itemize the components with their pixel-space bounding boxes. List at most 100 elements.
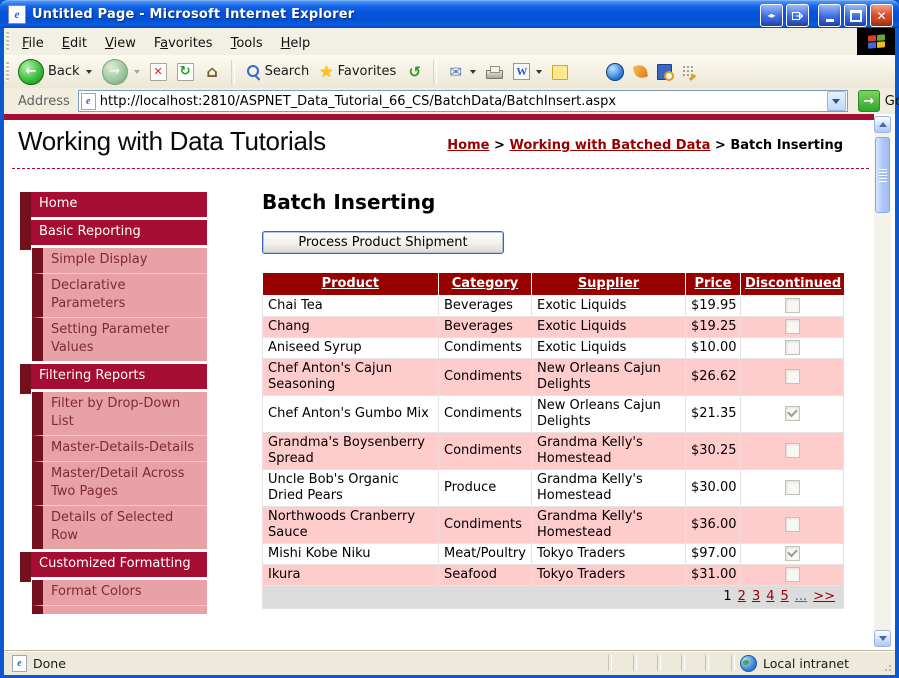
pager-page-link[interactable]: 3 (752, 589, 760, 604)
sidebar-section-label: Basic Reporting (31, 220, 207, 245)
addon-button[interactable] (677, 63, 700, 80)
sidebar-section-basic-reporting[interactable]: Basic Reporting (20, 220, 207, 245)
sidebar-item-partial[interactable] (32, 605, 207, 614)
go-button[interactable]: → (858, 90, 880, 112)
toolbar-grip[interactable] (6, 32, 9, 52)
sidebar-section-filtering-reports[interactable]: Filtering Reports (20, 364, 207, 389)
sidebar-item-declarative-parameters[interactable]: Declarative Parameters (32, 273, 207, 317)
edit-dropdown-icon[interactable] (536, 70, 542, 74)
popout-icon (791, 10, 804, 22)
mail-button[interactable]: ✉ (442, 62, 481, 82)
popout-button[interactable] (786, 4, 809, 27)
refresh-icon: ↻ (177, 63, 194, 81)
search-button[interactable]: Search (240, 62, 315, 82)
refresh-button[interactable]: ↻ (172, 61, 199, 83)
back-dropdown-icon[interactable] (86, 70, 92, 74)
resize-grip[interactable] (880, 660, 893, 673)
ie-page-icon: e (81, 93, 96, 110)
discontinued-cell (741, 296, 844, 317)
column-sort-link[interactable]: Supplier (578, 276, 639, 291)
menu-bar-items: FileEditViewFavoritesToolsHelp (13, 32, 319, 51)
sidebar-item-master-detail-across-two-pages[interactable]: Master/Detail Across Two Pages (32, 461, 207, 505)
product-cell: Ikura (263, 565, 439, 586)
home-icon: ⌂ (204, 64, 221, 80)
product-cell: Aniseed Syrup (263, 338, 439, 359)
column-sort-link[interactable]: Discontinued (745, 276, 841, 291)
title-bar: e Untitled Page - Microsoft Internet Exp… (0, 0, 899, 28)
sidebar-item-setting-parameter-values[interactable]: Setting Parameter Values (32, 317, 207, 361)
back-button[interactable]: ← Back (13, 57, 97, 87)
back-icon: ← (18, 59, 44, 85)
sidebar-section-home[interactable]: Home (20, 192, 207, 217)
print-button[interactable] (481, 62, 508, 81)
close-button[interactable]: ✕ (870, 4, 893, 27)
supplier-cell: New Orleans Cajun Delights (532, 359, 686, 396)
status-page-icon: e (12, 655, 27, 672)
menu-item[interactable]: Favorites (145, 32, 222, 55)
pager-page-link[interactable]: 4 (766, 589, 774, 604)
scrollbar-thumb[interactable] (875, 137, 890, 213)
menu-item[interactable]: File (13, 32, 53, 55)
address-dropdown-button[interactable] (827, 91, 846, 111)
column-sort-link[interactable]: Category (452, 276, 518, 291)
favorites-button[interactable]: ★ Favorites (314, 60, 401, 83)
maximize-button[interactable] (844, 4, 867, 27)
product-cell: Northwoods Cranberry Sauce (263, 507, 439, 544)
sidebar-section-customized-formatting[interactable]: Customized Formatting (20, 552, 207, 577)
stop-button[interactable]: ✕ (145, 61, 172, 83)
mail-dropdown-icon[interactable] (470, 70, 476, 74)
table-header-row: Product Category Supplier Price Discontinued (263, 273, 844, 296)
price-cell: $19.95 (686, 296, 741, 317)
discontinued-cell (741, 507, 844, 544)
column-sort-link[interactable]: Price (695, 276, 732, 291)
menu-item[interactable]: Tools (222, 32, 272, 55)
pan-arrows-button[interactable]: ◂▸ (760, 4, 783, 27)
status-pane-separator (608, 655, 612, 671)
pager-page-link[interactable]: 2 (738, 589, 746, 604)
toolbar-grip[interactable] (6, 62, 9, 82)
msn-button[interactable] (629, 63, 652, 80)
menu-item[interactable]: Help (272, 32, 320, 55)
scroll-up-button[interactable] (874, 116, 891, 133)
address-input[interactable] (100, 93, 827, 109)
price-cell: $31.00 (686, 565, 741, 586)
edit-word-button[interactable]: W (508, 61, 547, 82)
process-shipment-button[interactable]: Process Product Shipment (262, 231, 504, 254)
sidebar-item-details-of-selected-row[interactable]: Details of Selected Row (32, 505, 207, 549)
sidebar-item-filter-by-drop-down-list[interactable]: Filter by Drop-Down List (32, 392, 207, 435)
sidebar-item-master-details-details[interactable]: Master-Details-Details (32, 435, 207, 461)
section-notch (20, 192, 31, 222)
forward-button[interactable]: → (97, 57, 145, 87)
messenger-button[interactable] (601, 61, 629, 83)
menu-item[interactable]: View (96, 32, 145, 55)
home-button[interactable]: ⌂ (199, 62, 226, 82)
breadcrumb-separator: > (489, 138, 509, 153)
discontinued-cell (741, 433, 844, 470)
price-cell: $97.00 (686, 544, 741, 565)
minimize-button[interactable] (818, 4, 841, 27)
category-cell: Meat/Poultry (439, 544, 532, 565)
window-controls: ◂▸ ✕ (757, 4, 893, 27)
menu-item[interactable]: Edit (53, 32, 96, 55)
discuss-button[interactable] (547, 61, 573, 82)
price-cell: $21.35 (686, 396, 741, 433)
sidebar-item-format-colors[interactable]: Format Colors (32, 580, 207, 605)
research-button[interactable] (652, 62, 677, 82)
discontinued-checkbox (785, 406, 800, 421)
section-notch (20, 552, 31, 582)
sidebar-item-simple-display[interactable]: Simple Display (32, 248, 207, 273)
table-row: Northwoods Cranberry SauceCondimentsGran… (263, 507, 844, 544)
status-pane-separator (633, 655, 637, 671)
research-icon (657, 64, 672, 80)
vertical-scrollbar[interactable] (874, 116, 891, 647)
column-header: Category (439, 273, 532, 296)
column-sort-link[interactable]: Product (322, 276, 379, 291)
breadcrumb-link[interactable]: Home (447, 138, 489, 153)
pager-next-link[interactable]: >> (813, 589, 835, 604)
pager-ellipsis-link[interactable]: ... (795, 589, 807, 604)
breadcrumb-link[interactable]: Working with Batched Data (509, 138, 710, 153)
table-row: Chef Anton's Cajun SeasoningCondimentsNe… (263, 359, 844, 396)
history-button[interactable]: ↺ (401, 62, 428, 82)
pager-page-link[interactable]: 5 (781, 589, 789, 604)
scroll-down-button[interactable] (874, 630, 891, 647)
